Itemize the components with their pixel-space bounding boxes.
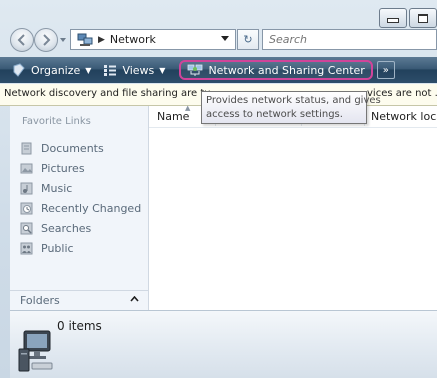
sort-ascending-icon: ▲ [185,104,191,112]
favorite-links-list: Documents Pictures Music Recently Change… [10,138,149,258]
breadcrumb-separator-icon[interactable]: ▶ [98,35,105,45]
favorite-link-recently-changed[interactable]: Recently Changed [10,198,149,218]
address-dropdown-icon[interactable] [221,36,229,42]
tooltip-line-2: access to network settings. [206,109,343,120]
public-icon [20,242,33,254]
searches-icon [20,222,33,234]
tooltip-line-1: Provides network status, and gives [206,95,381,106]
favorite-link-music[interactable]: Music [10,178,149,198]
organize-label: Organize [31,63,81,77]
breadcrumb-network[interactable]: Network [110,33,156,46]
chevron-down-icon: ▼ [159,65,166,75]
back-arrow-icon [17,34,25,46]
navigation-pane: Favorite Links Documents Pictures Music [10,106,149,310]
organize-icon [13,63,25,77]
address-row: ▶ Network ↻ [10,28,437,54]
music-icon [20,182,33,194]
documents-icon [21,142,32,154]
recent-pages-dropdown-icon[interactable] [60,37,66,43]
file-list[interactable]: ▲ Name Network locat [149,104,437,310]
network-sharing-tooltip: Provides network status, and gives acces… [201,91,381,124]
computer-icon [18,330,53,372]
item-count: 0 items [57,319,102,333]
chevron-double-right-icon: » [382,64,389,76]
address-bar[interactable]: ▶ Network [70,29,236,50]
favorite-link-searches[interactable]: Searches [10,218,149,238]
network-and-sharing-center-button[interactable]: Network and Sharing Center [179,60,373,80]
search-input[interactable] [269,33,429,46]
favorite-link-label: Music [41,181,73,195]
refresh-icon: ↻ [243,33,253,46]
recently-changed-icon [20,202,33,214]
explorer-window: ▶ Network ↻ Organize ▼ Views [0,0,437,378]
refresh-button[interactable]: ↻ [237,29,259,50]
forward-arrow-icon [43,34,51,46]
forward-button[interactable] [34,28,58,52]
back-button[interactable] [10,28,34,52]
minimize-icon [387,18,399,23]
search-box[interactable] [262,29,437,50]
network-sharing-icon [188,64,203,76]
column-header-network-location[interactable]: Network locat [364,110,437,126]
views-button[interactable]: Views ▼ [97,57,171,83]
favorite-link-label: Searches [41,221,92,235]
favorite-link-label: Documents [41,141,104,155]
pictures-icon [20,163,33,173]
organize-button[interactable]: Organize ▼ [0,57,97,83]
caption-buttons [377,8,437,28]
more-commands-button[interactable]: » [376,61,395,79]
favorite-link-label: Pictures [41,161,85,175]
column-header-network-location-label: Network locat [371,110,437,123]
column-header-name[interactable]: ▲ Name [157,104,190,126]
chevron-down-icon: ▼ [85,65,92,75]
network-icon [77,33,93,46]
info-bar-text: Network discovery and file sharing are t… [4,88,211,99]
favorite-links-heading: Favorite Links [22,116,91,127]
folders-toggle[interactable]: Folders [10,290,149,310]
maximize-icon [418,13,428,23]
favorite-link-public[interactable]: Public [10,238,149,258]
folders-label: Folders [20,294,60,307]
command-bar: Organize ▼ Views ▼ Network and Sharing C… [0,57,437,83]
minimize-button[interactable] [379,8,407,28]
details-pane: 0 items [10,310,437,378]
views-icon [104,65,117,76]
network-and-sharing-center-label: Network and Sharing Center [208,63,365,77]
favorite-link-pictures[interactable]: Pictures [10,158,149,178]
chevron-up-icon [130,296,139,302]
favorite-link-label: Public [41,241,74,255]
views-label: Views [122,63,155,77]
favorite-link-documents[interactable]: Documents [10,138,149,158]
favorite-link-label: Recently Changed [41,201,142,215]
maximize-button[interactable] [409,8,437,28]
